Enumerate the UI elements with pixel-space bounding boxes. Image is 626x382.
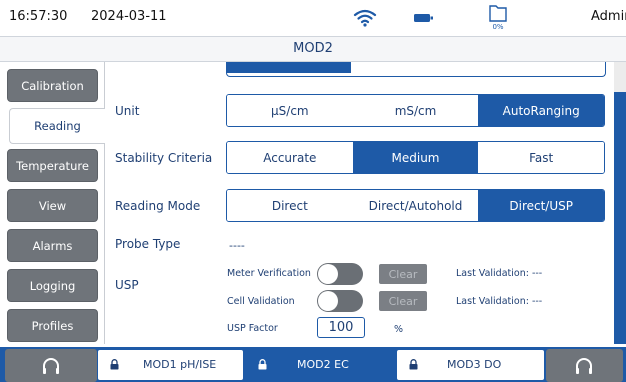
partial-segmented-control[interactable]	[226, 62, 606, 77]
left-headphone-button[interactable]	[5, 349, 97, 382]
battery-icon	[414, 14, 433, 22]
lock-icon	[409, 359, 418, 370]
reading-mode-label: Reading Mode	[115, 199, 201, 213]
tab-profiles[interactable]: Profiles	[7, 309, 98, 342]
tab-label: Temperature	[16, 158, 89, 173]
tab-label: Profiles	[31, 318, 74, 333]
meter-last-validation: Last Validation: ---	[456, 268, 543, 279]
meter-verification-label: Meter Verification	[227, 268, 311, 279]
tab-alarms[interactable]: Alarms	[7, 229, 98, 262]
tab-label: View	[38, 198, 67, 213]
headphone-icon	[43, 358, 59, 374]
storage-percent: 0%	[492, 23, 504, 31]
tab-temperature[interactable]: Temperature	[7, 149, 98, 182]
partial-selected-segment	[227, 62, 351, 73]
tab-reading[interactable]: Reading	[9, 108, 105, 144]
unit-option-autoranging[interactable]: AutoRanging	[478, 95, 604, 126]
reading-mode-option-direct[interactable]: Direct	[227, 190, 353, 221]
module-label: MOD2 EC	[297, 358, 349, 371]
scrollbar-thumb[interactable]	[614, 92, 626, 344]
page-title: MOD2	[293, 41, 333, 56]
usp-factor-input[interactable]: 100	[317, 317, 365, 338]
tab-label: Calibration	[21, 78, 84, 93]
module-tab-mod2[interactable]: MOD2 EC	[246, 350, 394, 380]
stability-option-accurate[interactable]: Accurate	[227, 142, 353, 173]
clear-label: Clear	[388, 294, 418, 308]
wifi-icon	[353, 9, 377, 27]
module-tab-mod3[interactable]: MOD3 DO	[397, 350, 544, 380]
headphone-icon	[576, 358, 592, 374]
toggle-knob	[318, 291, 338, 311]
usp-label: USP	[115, 278, 139, 292]
reading-mode-option-direct-usp[interactable]: Direct/USP	[478, 190, 604, 221]
cell-validation-toggle[interactable]	[317, 290, 363, 312]
reading-mode-selector[interactable]: Direct Direct/Autohold Direct/USP	[226, 189, 605, 222]
stability-option-fast[interactable]: Fast	[478, 142, 604, 173]
clock-date: 2024-03-11	[91, 9, 167, 24]
stability-option-medium[interactable]: Medium	[352, 142, 479, 173]
module-label: MOD3 DO	[447, 358, 502, 371]
usp-factor-label: USP Factor	[227, 323, 278, 334]
title-bar: MOD2	[0, 37, 626, 62]
tab-view[interactable]: View	[7, 189, 98, 222]
cell-validation-label: Cell Validation	[227, 296, 295, 307]
tab-logging[interactable]: Logging	[7, 269, 98, 302]
tab-calibration[interactable]: Calibration	[7, 69, 98, 102]
tab-label: Alarms	[32, 238, 73, 253]
meter-verification-toggle[interactable]	[317, 263, 363, 285]
probe-type-label: Probe Type	[115, 237, 181, 251]
stability-criteria-label: Stability Criteria	[115, 151, 213, 165]
cell-last-validation: Last Validation: ---	[456, 296, 543, 307]
reading-mode-option-direct-autohold[interactable]: Direct/Autohold	[352, 190, 479, 221]
unit-option-ms-cm[interactable]: mS/cm	[352, 95, 479, 126]
module-label: MOD1 pH/ISE	[143, 358, 217, 371]
user-name[interactable]: Admin	[591, 9, 626, 24]
clear-label: Clear	[388, 267, 418, 281]
module-tab-mod1[interactable]: MOD1 pH/ISE	[98, 350, 243, 380]
right-headphone-button[interactable]	[546, 349, 623, 382]
lock-icon	[110, 359, 119, 370]
tab-label: Logging	[29, 278, 76, 293]
probe-type-value: ----	[229, 239, 245, 252]
status-bar: 16:57:30 2024-03-11 0% Admin	[0, 0, 626, 37]
unit-option-us-cm[interactable]: µS/cm	[227, 95, 353, 126]
toggle-knob	[318, 264, 338, 284]
clock-time: 16:57:30	[9, 9, 68, 24]
tab-label: Reading	[34, 119, 81, 133]
storage-folder-icon[interactable]: 0%	[484, 4, 512, 34]
meter-verification-clear-button[interactable]: Clear	[379, 264, 427, 284]
cell-validation-clear-button[interactable]: Clear	[379, 291, 427, 311]
unit-selector[interactable]: µS/cm mS/cm AutoRanging	[226, 94, 605, 127]
stability-criteria-selector[interactable]: Accurate Medium Fast	[226, 141, 605, 174]
usp-factor-unit: %	[394, 324, 404, 335]
lock-icon	[258, 359, 267, 370]
reading-settings-panel: Unit µS/cm mS/cm AutoRanging Stability C…	[104, 62, 616, 344]
unit-label: Unit	[115, 104, 140, 118]
